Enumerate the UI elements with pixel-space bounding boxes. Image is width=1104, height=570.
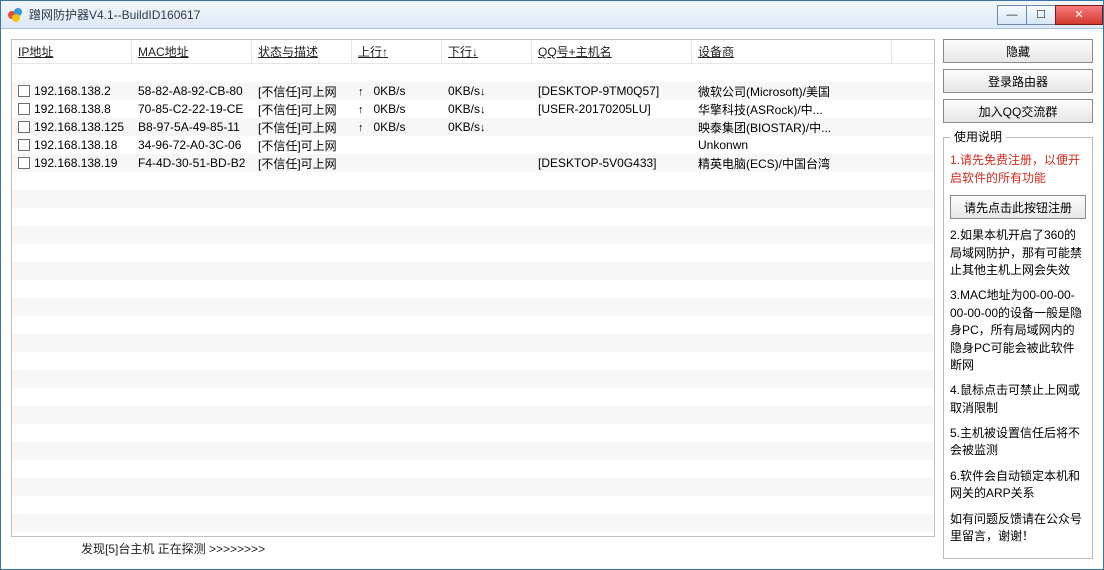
col-vendor[interactable]: 设备商 bbox=[692, 40, 892, 64]
vendor-cell: Unkonwn bbox=[692, 138, 892, 152]
hide-button[interactable]: 隐藏 bbox=[943, 39, 1093, 63]
help-p3: 3.MAC地址为00-00-00-00-00-00的设备一般是隐身PC，所有局域… bbox=[950, 287, 1086, 374]
table-row[interactable]: 192.168.138.18 34-96-72-A0-3C-06[不信任]可上网 U… bbox=[12, 136, 934, 154]
help-p2: 2.如果本机开启了360的局域网防护，那有可能禁止其他主机上网会失效 bbox=[950, 227, 1086, 279]
host-cell: [USER-20170205LU] bbox=[532, 102, 692, 116]
help-box: 使用说明 1.请先免费注册，以便开启软件的所有功能 请先点击此按钮注册 2.如果… bbox=[943, 129, 1093, 559]
row-checkbox[interactable] bbox=[18, 157, 30, 169]
status-bar: 发现[5]台主机 正在探测 >>>>>>>> bbox=[11, 537, 935, 559]
table-panel: IP地址 MAC地址 状态与描述 上行↑ 下行↓ QQ号+主机名 设备商 192… bbox=[11, 39, 935, 559]
mac-cell: 34-96-72-A0-3C-06 bbox=[132, 138, 252, 152]
help-p6: 6.软件会自动锁定本机和网关的ARP关系 bbox=[950, 468, 1086, 503]
login-router-button[interactable]: 登录路由器 bbox=[943, 69, 1093, 93]
titlebar: 蹭网防护器V4.1--BuildID160617 — ☐ ✕ bbox=[1, 1, 1103, 29]
table-row[interactable]: 192.168.138.125 B8-97-5A-49-85-11[不信任]可上网… bbox=[12, 118, 934, 136]
status-cell: [不信任]可上网 bbox=[252, 137, 352, 154]
app-icon bbox=[7, 7, 23, 23]
host-cell: [DESKTOP-9TM0Q57] bbox=[532, 84, 692, 98]
col-mac[interactable]: MAC地址 bbox=[132, 40, 252, 64]
host-cell: [DESKTOP-5V0G433] bbox=[532, 156, 692, 170]
close-button[interactable]: ✕ bbox=[1055, 5, 1103, 25]
upload-cell: ↑ 0KB/s bbox=[352, 120, 442, 134]
download-cell: 0KB/s↓ bbox=[442, 120, 532, 134]
join-qq-button[interactable]: 加入QQ交流群 bbox=[943, 99, 1093, 123]
status-cell: [不信任]可上网 bbox=[252, 101, 352, 118]
col-host[interactable]: QQ号+主机名 bbox=[532, 40, 692, 64]
status-cell: [不信任]可上网 bbox=[252, 83, 352, 100]
upload-cell: ↑ 0KB/s bbox=[352, 102, 442, 116]
col-ip[interactable]: IP地址 bbox=[12, 40, 132, 64]
maximize-button[interactable]: ☐ bbox=[1026, 5, 1056, 25]
client-area: IP地址 MAC地址 状态与描述 上行↑ 下行↓ QQ号+主机名 设备商 192… bbox=[1, 29, 1103, 569]
help-p7: 如有问题反馈请在公众号里留言，谢谢！ bbox=[950, 511, 1086, 546]
status-cell: [不信任]可上网 bbox=[252, 119, 352, 136]
grid-header: IP地址 MAC地址 状态与描述 上行↑ 下行↓ QQ号+主机名 设备商 bbox=[12, 40, 934, 64]
window-buttons: — ☐ ✕ bbox=[998, 5, 1103, 25]
row-checkbox[interactable] bbox=[18, 103, 30, 115]
minimize-button[interactable]: — bbox=[997, 5, 1027, 25]
status-cell: [不信任]可上网 bbox=[252, 155, 352, 172]
vendor-cell: 微软公司(Microsoft)/美国 bbox=[692, 83, 892, 100]
host-grid: IP地址 MAC地址 状态与描述 上行↑ 下行↓ QQ号+主机名 设备商 192… bbox=[11, 39, 935, 537]
download-cell: 0KB/s↓ bbox=[442, 84, 532, 98]
ip-cell: 192.168.138.8 bbox=[34, 102, 111, 116]
table-row[interactable]: 192.168.138.2 58-82-A8-92-CB-80[不信任]可上网↑ … bbox=[12, 82, 934, 100]
mac-cell: 70-85-C2-22-19-CE bbox=[132, 102, 252, 116]
ip-cell: 192.168.138.125 bbox=[34, 120, 124, 134]
col-up[interactable]: 上行↑ bbox=[352, 40, 442, 64]
table-row[interactable]: 192.168.138.19 F4-4D-30-51-BD-B2[不信任]可上网 [… bbox=[12, 154, 934, 172]
grid-body: 192.168.138.258-82-A8-92-CB-80[不信任]可上网↑ … bbox=[12, 64, 934, 536]
vendor-cell: 华擎科技(ASRock)/中... bbox=[692, 101, 892, 118]
row-checkbox[interactable] bbox=[18, 121, 30, 133]
help-legend: 使用说明 bbox=[950, 129, 1006, 146]
col-status[interactable]: 状态与描述 bbox=[252, 40, 352, 64]
mac-cell: 58-82-A8-92-CB-80 bbox=[132, 84, 252, 98]
ip-cell: 192.168.138.18 bbox=[34, 138, 117, 152]
download-cell: 0KB/s↓ bbox=[442, 102, 532, 116]
register-button[interactable]: 请先点击此按钮注册 bbox=[950, 195, 1086, 219]
help-p1: 1.请先免费注册，以便开启软件的所有功能 bbox=[950, 152, 1086, 187]
upload-cell: ↑ 0KB/s bbox=[352, 84, 442, 98]
mac-cell: F4-4D-30-51-BD-B2 bbox=[132, 156, 252, 170]
ip-cell: 192.168.138.19 bbox=[34, 156, 117, 170]
row-checkbox[interactable] bbox=[18, 85, 30, 97]
table-row[interactable]: 192.168.138.8 70-85-C2-22-19-CE[不信任]可上网↑ … bbox=[12, 100, 934, 118]
help-p4: 4.鼠标点击可禁止上网或取消限制 bbox=[950, 382, 1086, 417]
app-window: 蹭网防护器V4.1--BuildID160617 — ☐ ✕ IP地址 MAC地… bbox=[0, 0, 1104, 570]
col-down[interactable]: 下行↓ bbox=[442, 40, 532, 64]
help-p5: 5.主机被设置信任后将不会被监测 bbox=[950, 425, 1086, 460]
window-title: 蹭网防护器V4.1--BuildID160617 bbox=[29, 6, 200, 23]
mac-cell: B8-97-5A-49-85-11 bbox=[132, 120, 252, 134]
vendor-cell: 精英电脑(ECS)/中国台湾 bbox=[692, 155, 892, 172]
ip-cell: 192.168.138.2 bbox=[34, 84, 111, 98]
side-panel: 隐藏 登录路由器 加入QQ交流群 使用说明 1.请先免费注册，以便开启软件的所有… bbox=[943, 39, 1093, 559]
row-checkbox[interactable] bbox=[18, 139, 30, 151]
vendor-cell: 映泰集团(BIOSTAR)/中... bbox=[692, 119, 892, 136]
